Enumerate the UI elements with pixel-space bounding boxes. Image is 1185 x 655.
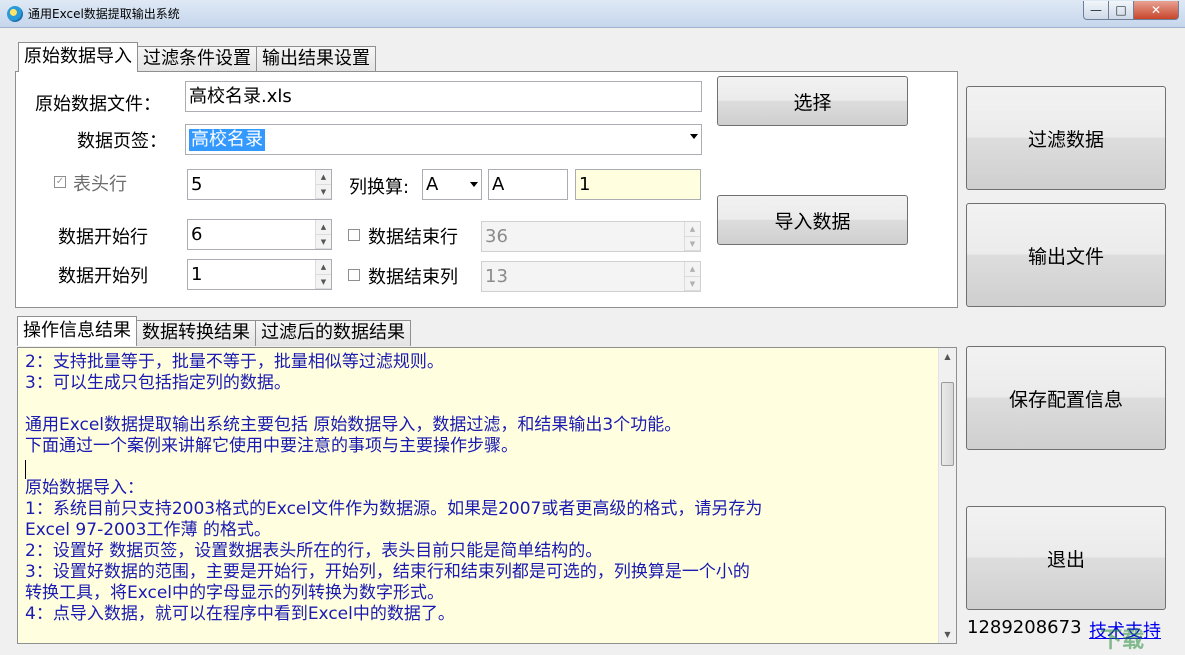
down-arrow-icon: ▼ [316, 274, 331, 289]
down-arrow-icon: ▼ [316, 184, 331, 199]
log-text: 2：支持批量等于，批量不等于，批量相似等过滤规则。 3：可以生成只包括指定列的数据… [25, 352, 930, 625]
end-col-label: 数据结束列 [368, 267, 458, 288]
spinner-arrows[interactable]: ▲ ▼ [315, 260, 331, 289]
header-row-spinner[interactable]: 5 ▲ ▼ [187, 169, 332, 200]
log-line: 通用Excel数据提取输出系统主要包括 原始数据导入，数据过滤，和结果输出3个功… [25, 415, 682, 435]
close-button[interactable]: ✕ [1134, 1, 1179, 20]
watermark-logo: 下载 [1100, 628, 1145, 653]
end-row-value: 36 [485, 226, 508, 247]
log-scrollbar[interactable]: ▲ ▼ [938, 348, 956, 643]
top-tab-strip: 原始数据导入 过滤条件设置 输出结果设置 [18, 42, 376, 72]
log-line: 3：设置好数据的范围，主要是开始行，开始列，结束行和结束列都是可选的，列换算是一… [25, 562, 750, 582]
window-controls: — □ ✕ [1083, 1, 1179, 20]
log-line: 1：系统目前只支持2003格式的Excel文件作为数据源。如果是2007或者更高… [25, 499, 763, 519]
close-icon: ✕ [1150, 3, 1162, 17]
app-logo-icon [7, 6, 23, 22]
spinner-arrows[interactable]: ▲ ▼ [315, 170, 331, 199]
start-row-label: 数据开始行 [58, 227, 148, 248]
select-file-button[interactable]: 选择 [717, 76, 908, 126]
column-number-result: 1 [575, 169, 701, 200]
tab-filter-settings[interactable]: 过滤条件设置 [137, 46, 257, 72]
spinner-arrows[interactable]: ▲ ▼ [684, 262, 700, 291]
import-data-button[interactable]: 导入数据 [717, 195, 908, 245]
chevron-down-icon [470, 182, 478, 187]
log-line: 原始数据导入： [25, 478, 144, 498]
log-line: 转换工具，将Excel中的字母显示的列转换为数字形式。 [25, 583, 445, 603]
end-row-label: 数据结束行 [368, 227, 458, 248]
scroll-thumb[interactable] [941, 382, 954, 466]
end-col-checkbox[interactable] [348, 269, 360, 281]
column-convert-label: 列换算: [349, 177, 410, 198]
scroll-up-icon[interactable]: ▲ [939, 348, 956, 365]
up-arrow-icon: ▲ [316, 220, 331, 235]
down-arrow-icon: ▼ [316, 234, 331, 249]
exit-button[interactable]: 退出 [966, 506, 1166, 610]
spinner-arrows[interactable]: ▲ ▼ [315, 220, 331, 249]
minimize-button[interactable]: — [1083, 1, 1109, 20]
up-arrow-icon: ▲ [685, 262, 700, 277]
output-file-button[interactable]: 输出文件 [966, 203, 1166, 307]
up-arrow-icon: ▲ [316, 170, 331, 185]
column-letter-input[interactable]: A [488, 169, 568, 200]
scroll-down-icon[interactable]: ▼ [939, 626, 956, 643]
tab-import[interactable]: 原始数据导入 [18, 42, 138, 72]
start-col-value: 1 [191, 264, 203, 285]
column-letter-selected: A [426, 174, 439, 195]
checkmark-icon: ✓ [55, 176, 65, 187]
header-row-label: 表头行 [73, 174, 127, 195]
maximize-button[interactable]: □ [1109, 1, 1134, 20]
end-row-spinner[interactable]: 36 ▲ ▼ [481, 221, 701, 252]
tab-operation-info[interactable]: 操作信息结果 [17, 316, 137, 346]
sheet-select[interactable]: 高校名录 [185, 124, 702, 155]
log-line: 2：设置好 数据页签，设置数据表头所在的行，表头目前只能是简单结构的。 [25, 541, 603, 561]
minimize-icon: — [1090, 3, 1102, 17]
start-col-label: 数据开始列 [58, 266, 148, 287]
tab-output-settings[interactable]: 输出结果设置 [256, 46, 376, 72]
log-line: 2：支持批量等于，批量不等于，批量相似等过滤规则。 [25, 352, 444, 372]
sheet-label: 数据页签： [77, 131, 167, 152]
file-path-field[interactable]: 高校名录.xls [185, 81, 702, 112]
filter-data-button[interactable]: 过滤数据 [966, 86, 1166, 190]
tab-conversion-result[interactable]: 数据转换结果 [136, 320, 256, 346]
start-row-spinner[interactable]: 6 ▲ ▼ [187, 219, 332, 250]
title-bar: 通用Excel数据提取输出系统 — □ ✕ [0, 0, 1185, 28]
end-col-spinner[interactable]: 13 ▲ ▼ [481, 261, 701, 292]
down-arrow-icon: ▼ [685, 276, 700, 291]
column-letter-select[interactable]: A [422, 169, 482, 200]
maximize-icon: □ [1115, 3, 1127, 17]
text-caret [25, 460, 26, 479]
start-row-value: 6 [191, 224, 203, 245]
save-config-button[interactable]: 保存配置信息 [966, 346, 1166, 450]
end-col-value: 13 [485, 266, 508, 287]
tab-filtered-result[interactable]: 过滤后的数据结果 [255, 320, 411, 346]
log-line: Excel 97-2003工作薄 的格式。 [25, 520, 271, 540]
up-arrow-icon: ▲ [316, 260, 331, 275]
log-line: 下面通过一个案例来讲解它使用中要注意的事项与主要操作步骤。 [25, 436, 518, 456]
chevron-down-icon [690, 134, 698, 139]
operation-log[interactable]: 2：支持批量等于，批量不等于，批量相似等过滤规则。 3：可以生成只包括指定列的数据… [17, 347, 957, 644]
log-line: 3：可以生成只包括指定列的数据。 [25, 373, 291, 393]
up-arrow-icon: ▲ [685, 222, 700, 237]
start-col-spinner[interactable]: 1 ▲ ▼ [187, 259, 332, 290]
sheet-selected-value: 高校名录 [189, 129, 265, 151]
down-arrow-icon: ▼ [685, 236, 700, 251]
contact-qq: 1289208673 [967, 617, 1082, 638]
spinner-arrows[interactable]: ▲ ▼ [684, 222, 700, 251]
result-tab-strip: 操作信息结果 数据转换结果 过滤后的数据结果 [17, 316, 411, 346]
window-title: 通用Excel数据提取输出系统 [28, 7, 180, 21]
log-line: 4：点导入数据，就可以在程序中看到Excel中的数据了。 [25, 604, 455, 624]
header-row-checkbox[interactable]: ✓ [54, 176, 66, 188]
header-row-value: 5 [191, 174, 203, 195]
file-label: 原始数据文件： [35, 94, 161, 115]
end-row-checkbox[interactable] [348, 229, 360, 241]
